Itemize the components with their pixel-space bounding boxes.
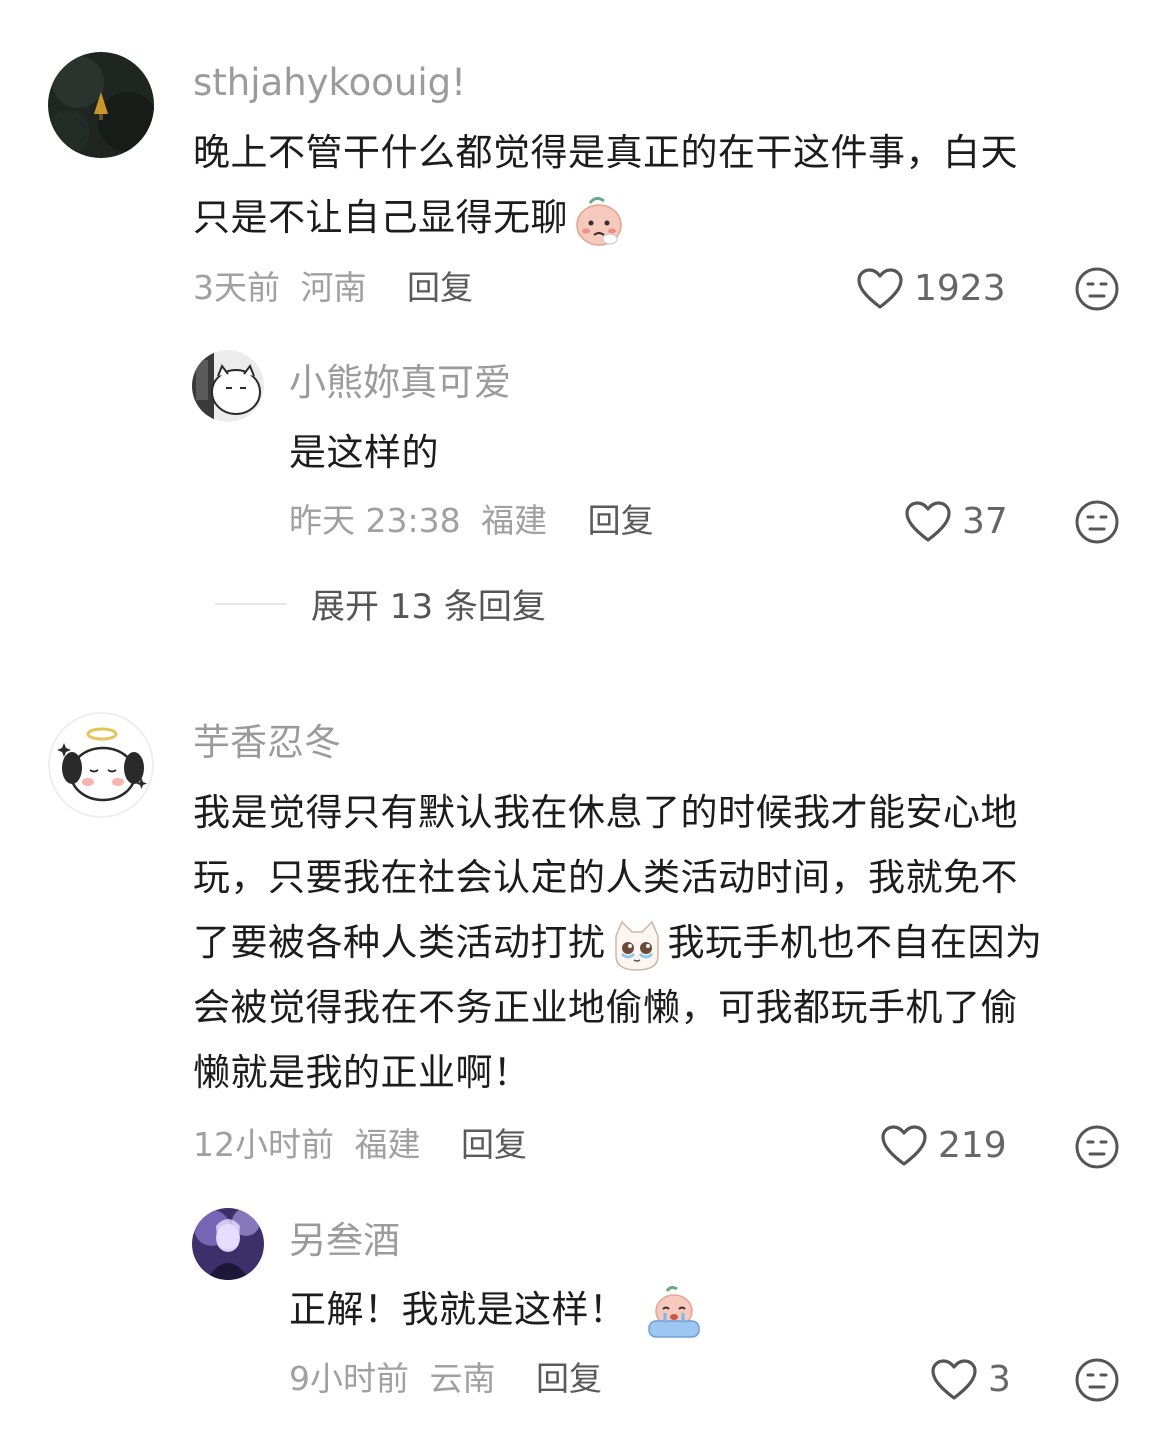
comment-text-line: 会被觉得我在不务正业地偷懒，可我都玩手机了偷 (193, 986, 1018, 1029)
like-count: 3 (988, 1359, 1011, 1400)
reply-location: 福建 (481, 501, 548, 540)
comment-location: 福建 (354, 1125, 421, 1164)
reply-meta: 9小时前 云南 回复 (289, 1357, 602, 1401)
like-button[interactable]: 3 (930, 1358, 1011, 1402)
comment-time: 3天前 (193, 268, 280, 307)
heart-icon (904, 500, 952, 544)
comment-time: 12小时前 (193, 1125, 334, 1164)
reply-username[interactable]: 另叁酒 (289, 1218, 400, 1264)
like-count: 37 (962, 501, 1008, 542)
angel-dog-avatar[interactable] (48, 712, 154, 818)
dislike-face-icon[interactable] (1074, 266, 1120, 312)
reply-text-line: 是这样的 (289, 431, 439, 474)
heart-icon (856, 267, 904, 311)
reply-meta: 昨天 23:38 福建 回复 (289, 499, 654, 543)
reply-text: 是这样的 (289, 420, 439, 485)
teary-cat-emoji (608, 916, 666, 974)
comment-text-line: 晚上不管干什么都觉得是真正的在干这件事，白天 (193, 131, 1018, 174)
like-count: 1923 (914, 268, 1006, 309)
comment-text-segment: 我玩手机也不自在因为 (667, 921, 1043, 964)
divider-line (215, 602, 287, 605)
comment-text: 我是觉得只有默认我在休息了的时候我才能安心地 玩，只要我在社会认定的人类活动时间… (193, 780, 1043, 1105)
forest-tree-avatar[interactable] (48, 52, 154, 158)
expand-replies-button[interactable]: 展开 13 条回复 (215, 579, 546, 628)
comment-username[interactable]: 芋香忍冬 (193, 720, 341, 766)
reply-text-line: 正解！我就是这样！ (289, 1288, 627, 1331)
reply-username[interactable]: 小熊妳真可爱 (289, 360, 511, 406)
heart-icon (880, 1124, 928, 1168)
reply-text: 正解！我就是这样！ (289, 1277, 705, 1342)
like-button[interactable]: 1923 (856, 267, 1006, 311)
cartoon-cat-avatar[interactable] (192, 350, 264, 422)
dislike-face-icon[interactable] (1074, 499, 1120, 545)
reply-button[interactable]: 回复 (536, 1359, 602, 1398)
reply-button[interactable]: 回复 (588, 501, 654, 540)
purple-figure-avatar[interactable] (192, 1208, 264, 1280)
crying-face-emoji (570, 191, 628, 249)
dislike-face-icon[interactable] (1074, 1357, 1120, 1403)
comment-text-line: 我是觉得只有默认我在休息了的时候我才能安心地 (193, 791, 1018, 834)
comment-meta: 3天前 河南 回复 (193, 266, 473, 310)
dislike-face-icon[interactable] (1074, 1124, 1120, 1170)
like-button[interactable]: 219 (880, 1124, 1007, 1168)
comment-text-line: 玩，只要我在社会认定的人类活动时间，我就免不 (193, 856, 1018, 899)
reply-time: 昨天 23:38 (289, 501, 461, 540)
reply-location: 云南 (429, 1359, 496, 1398)
comment-meta: 12小时前 福建 回复 (193, 1123, 527, 1167)
like-button[interactable]: 37 (904, 500, 1008, 544)
heart-icon (930, 1358, 978, 1402)
reply-time: 9小时前 (289, 1359, 409, 1398)
like-count: 219 (938, 1125, 1007, 1166)
comment-text-line: 懒就是我的正业啊！ (193, 1051, 531, 1094)
comment-text: 晚上不管干什么都觉得是真正的在干这件事，白天 只是不让自己显得无聊 (193, 120, 1018, 250)
expand-replies-label: 展开 13 条回复 (311, 587, 546, 627)
comment-text-segment: 了要被各种人类活动打扰 (193, 921, 606, 964)
reply-button[interactable]: 回复 (407, 268, 473, 307)
reply-button[interactable]: 回复 (461, 1125, 527, 1164)
comment-username[interactable]: sthjahykoouig! (193, 60, 466, 106)
comment-text-line: 只是不让自己显得无聊 (193, 196, 568, 239)
crying-bath-emoji (645, 1283, 703, 1341)
comment-location: 河南 (300, 268, 367, 307)
